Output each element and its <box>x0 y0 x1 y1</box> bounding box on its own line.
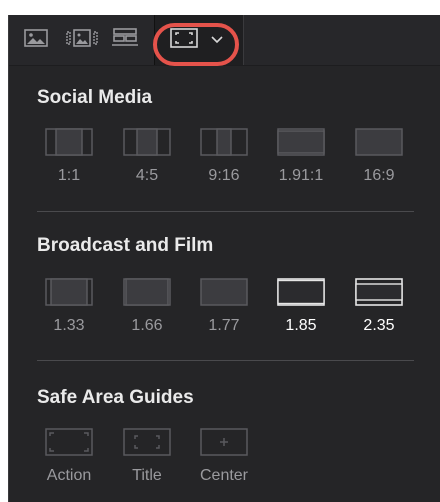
section-divider <box>37 211 414 212</box>
action-safe-icon <box>45 427 93 457</box>
aspect-1-66-label: 1.66 <box>131 317 163 334</box>
aspect-1-33-option[interactable]: 1.33 <box>37 277 101 335</box>
chevron-down-icon <box>210 31 224 49</box>
aspect-9-16-icon <box>200 127 248 157</box>
broadcast-film-title: Broadcast and Film <box>37 235 214 256</box>
aspect-2-35-option[interactable]: 2.35 <box>347 277 411 335</box>
aspect-1-66-option[interactable]: 1.66 <box>115 277 179 335</box>
aspect-1-91-1-icon <box>277 127 325 157</box>
filmstrip-view-button[interactable] <box>65 27 99 53</box>
aspect-frame-icon <box>170 27 198 53</box>
aspect-16-9-label: 16:9 <box>363 167 395 184</box>
title-safe-icon <box>123 427 171 457</box>
aspect-1-91-1-option[interactable]: 1.91:1 <box>269 127 333 185</box>
image-view-icon <box>24 28 48 52</box>
grid-view-icon <box>112 27 138 53</box>
aspect-1-77-option[interactable]: 1.77 <box>192 277 256 335</box>
aspect-16-9-option[interactable]: 16:9 <box>347 127 411 185</box>
aspect-1-33-label: 1.33 <box>53 317 85 334</box>
safe-area-guides-title: Safe Area Guides <box>37 387 194 408</box>
grid-view-button[interactable] <box>111 27 139 53</box>
aspect-4-5-option[interactable]: 4:5 <box>115 127 179 185</box>
aspect-9-16-option[interactable]: 9:16 <box>192 127 256 185</box>
safe-area-title-option[interactable]: Title <box>115 427 179 485</box>
aspect-9-16-label: 9:16 <box>208 167 240 184</box>
aspect-1-85-option[interactable]: 1.85 <box>269 277 333 335</box>
aspect-ratio-dropdown[interactable] <box>154 15 244 65</box>
image-view-button[interactable] <box>23 27 49 53</box>
viewer-toolbar <box>9 15 440 66</box>
safe-area-title-label: Title <box>132 467 162 484</box>
aspect-frame-button[interactable] <box>169 27 199 53</box>
aspect-16-9-icon <box>355 127 403 157</box>
aspect-4-5-icon <box>123 127 171 157</box>
aspect-1-85-label: 1.85 <box>285 317 317 334</box>
aspect-1-1-option[interactable]: 1:1 <box>37 127 101 185</box>
aspect-4-5-label: 4:5 <box>135 167 159 184</box>
aspect-2-35-label: 2.35 <box>363 317 395 334</box>
safe-area-center-label: Center <box>199 467 249 484</box>
safe-area-center-option[interactable]: Center <box>192 427 256 485</box>
chevron-down-button[interactable] <box>209 27 225 53</box>
social-media-title: Social Media <box>37 87 153 108</box>
safe-area-action-option[interactable]: Action <box>37 427 101 485</box>
filmstrip-view-icon <box>66 28 98 52</box>
aspect-ratio-panel: Social Media 1:1 4:5 9:16 1.91:1 16:9 Br… <box>8 15 440 502</box>
aspect-1-91-1-label: 1.91:1 <box>278 167 324 184</box>
aspect-1-1-icon <box>45 127 93 157</box>
aspect-1-1-label: 1:1 <box>57 167 81 184</box>
section-divider <box>37 360 414 361</box>
aspect-1-77-label: 1.77 <box>208 317 240 334</box>
aspect-1-77-icon <box>200 277 248 307</box>
center-marker-icon <box>200 427 248 457</box>
aspect-2-35-icon <box>355 277 403 307</box>
aspect-1-66-icon <box>123 277 171 307</box>
aspect-1-85-icon <box>277 277 325 307</box>
aspect-1-33-icon <box>45 277 93 307</box>
safe-area-action-label: Action <box>46 467 92 484</box>
